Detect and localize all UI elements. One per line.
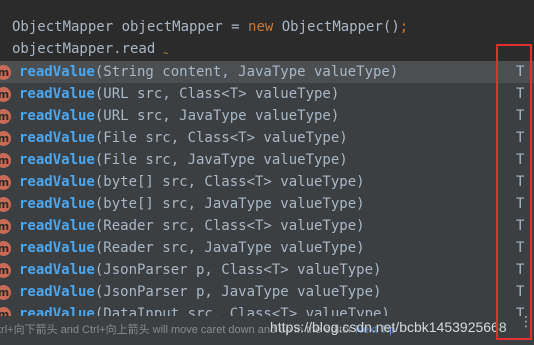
method-name: readValue [19,64,95,80]
method-icon: m [0,262,11,278]
method-name: readValue [19,86,95,102]
method-name: readValue [19,108,95,124]
method-icon: m [0,86,11,102]
method-icon: m [0,240,11,256]
completion-item[interactable]: m readValue(Reader src, JavaType valueTyp… [0,237,534,259]
method-icon: m [0,196,11,212]
method-params: (URL src, Class<T> valueType) [94,86,340,102]
code-line-2: objectMapper.read [12,41,156,57]
method-params: (Reader src, JavaType valueType) [94,240,365,256]
code-line-1: ObjectMapper objectMapper = new ObjectMa… [12,16,408,38]
method-signature: readValue(URL src, Class<T> valueType) [19,83,339,105]
method-name: readValue [19,262,95,278]
method-icon: m [0,152,11,168]
keyword-new: new [248,19,274,35]
completion-item[interactable]: m readValue(String content, JavaType valu… [0,61,534,83]
completion-item[interactable]: m readValue(Reader src, Class<T> valueTyp… [0,215,534,237]
method-signature: readValue(URL src, JavaType valueType) [19,105,339,127]
method-name: readValue [19,284,95,300]
completion-popup[interactable]: m readValue(String content, JavaType valu… [0,61,534,345]
method-name: readValue [19,174,95,190]
method-signature: readValue(byte[] src, Class<T> valueType… [19,171,365,193]
method-params: (File src, Class<T> valueType) [94,130,348,146]
method-name: readValue [19,130,95,146]
code-text: ObjectMapper() [273,19,400,35]
completion-item[interactable]: m readValue(URL src, JavaType valueType) T [0,105,534,127]
completion-item[interactable]: m readValue(File src, JavaType valueType)… [0,149,534,171]
method-icon: m [0,284,11,300]
method-params: (URL src, JavaType valueType) [94,108,340,124]
method-name: readValue [19,152,95,168]
method-signature: readValue(File src, JavaType valueType) [19,149,348,171]
semicolon: ; [399,19,409,35]
completion-item[interactable]: m readValue(byte[] src, JavaType valueTyp… [0,193,534,215]
method-signature: readValue(File src, Class<T> valueType) [19,127,348,149]
method-signature: readValue(Reader src, JavaType valueType… [19,237,365,259]
method-params: (byte[] src, Class<T> valueType) [94,174,365,190]
completion-item[interactable]: m readValue(byte[] src, Class<T> valueTyp… [0,171,534,193]
method-params: (JsonParser p, Class<T> valueType) [94,262,382,278]
completion-item[interactable]: m readValue(URL src, Class<T> valueType) T [0,83,534,105]
method-params: (File src, JavaType valueType) [94,152,348,168]
method-signature: readValue(JsonParser p, JavaType valueTy… [19,281,381,303]
method-signature: readValue(JsonParser p, Class<T> valueTy… [19,259,381,281]
method-icon: m [0,174,11,190]
method-icon: m [0,108,11,124]
watermark: https://blog.csdn.net/bcbk1453925668 [270,319,507,335]
code-text: ObjectMapper objectMapper = [12,19,249,35]
method-icon: m [0,64,11,80]
method-name: readValue [19,196,95,212]
method-icon: m [0,218,11,234]
highlight-box [496,44,532,340]
code-editor[interactable]: ObjectMapper objectMapper = new ObjectMa… [0,0,534,62]
method-params: (String content, JavaType valueType) [94,64,399,80]
method-signature: readValue(String content, JavaType value… [19,61,398,83]
method-params: (Reader src, Class<T> valueType) [94,218,365,234]
method-params: (byte[] src, JavaType valueType) [94,196,365,212]
caret-marker: ~ [163,49,169,59]
completion-item[interactable]: m readValue(JsonParser p, Class<T> valueT… [0,259,534,281]
method-name: readValue [19,218,95,234]
method-signature: readValue(byte[] src, JavaType valueType… [19,193,365,215]
method-icon: m [0,130,11,146]
method-signature: readValue(Reader src, Class<T> valueType… [19,215,365,237]
completion-item[interactable]: m readValue(File src, Class<T> valueType)… [0,127,534,149]
completion-item[interactable]: m readValue(JsonParser p, JavaType valueT… [0,281,534,303]
method-name: readValue [19,240,95,256]
method-params: (JsonParser p, JavaType valueType) [94,284,382,300]
